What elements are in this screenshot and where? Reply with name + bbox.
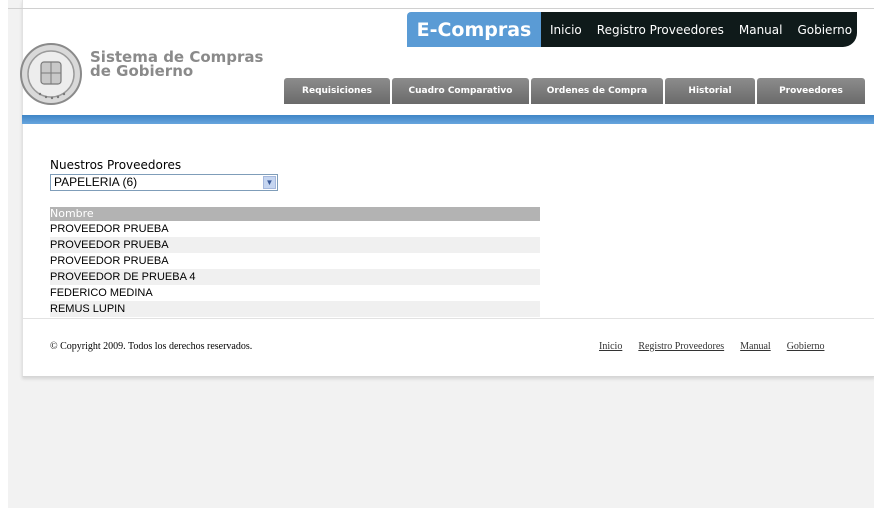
footer-links: Inicio Registro Proveedores Manual Gobie…	[599, 341, 840, 352]
top-border	[8, 8, 874, 9]
table-row[interactable]: PROVEEDOR PRUEBA	[50, 237, 540, 253]
footer-link-manual[interactable]: Manual	[740, 341, 771, 352]
nav-registro-proveedores[interactable]: Registro Proveedores	[597, 23, 724, 37]
tab-cuadro-comparativo[interactable]: Cuadro Comparativo	[392, 78, 529, 104]
nav-inicio[interactable]: Inicio	[550, 23, 582, 37]
brand-logo[interactable]: E-Compras	[407, 12, 541, 47]
nav-manual[interactable]: Manual	[739, 23, 783, 37]
footer-divider	[22, 318, 874, 319]
table-row[interactable]: PROVEEDOR PRUEBA	[50, 253, 540, 269]
table-row[interactable]: FEDERICO MEDINA	[50, 285, 540, 301]
header-accent-bar	[22, 115, 874, 124]
government-seal-icon	[20, 43, 82, 105]
table-header-nombre: Nombre	[50, 207, 540, 221]
tab-proveedores[interactable]: Proveedores	[757, 78, 865, 104]
footer-link-gobierno[interactable]: Gobierno	[787, 341, 825, 352]
footer-link-registro-proveedores[interactable]: Registro Proveedores	[638, 341, 724, 352]
table-row[interactable]: PROVEEDOR PRUEBA	[50, 221, 540, 237]
footer-link-inicio[interactable]: Inicio	[599, 341, 622, 352]
tab-ordenes-de-compra[interactable]: Ordenes de Compra	[531, 78, 663, 104]
category-select[interactable]: PAPELERIA (6) ▼	[50, 174, 278, 191]
copyright-text: © Copyright 2009. Todos los derechos res…	[50, 341, 253, 352]
suppliers-table: Nombre PROVEEDOR PRUEBA PROVEEDOR PRUEBA…	[50, 207, 540, 317]
top-nav: Inicio Registro Proveedores Manual Gobie…	[541, 12, 857, 47]
suppliers-label: Nuestros Proveedores	[50, 158, 182, 172]
site-title-line2: de Gobierno	[90, 62, 194, 80]
tab-historial[interactable]: Historial	[665, 78, 755, 104]
nav-gobierno[interactable]: Gobierno	[797, 23, 852, 37]
chevron-down-icon[interactable]: ▼	[263, 176, 276, 189]
table-row[interactable]: REMUS LUPIN	[50, 301, 540, 317]
category-select-value: PAPELERIA (6)	[54, 175, 138, 189]
tab-requisiciones[interactable]: Requisiciones	[284, 78, 390, 104]
table-row[interactable]: PROVEEDOR DE PRUEBA 4	[50, 269, 540, 285]
site-title: Sistema de Compras de Gobierno	[90, 50, 263, 80]
main-tabs: Requisiciones Cuadro Comparativo Ordenes…	[284, 78, 867, 104]
